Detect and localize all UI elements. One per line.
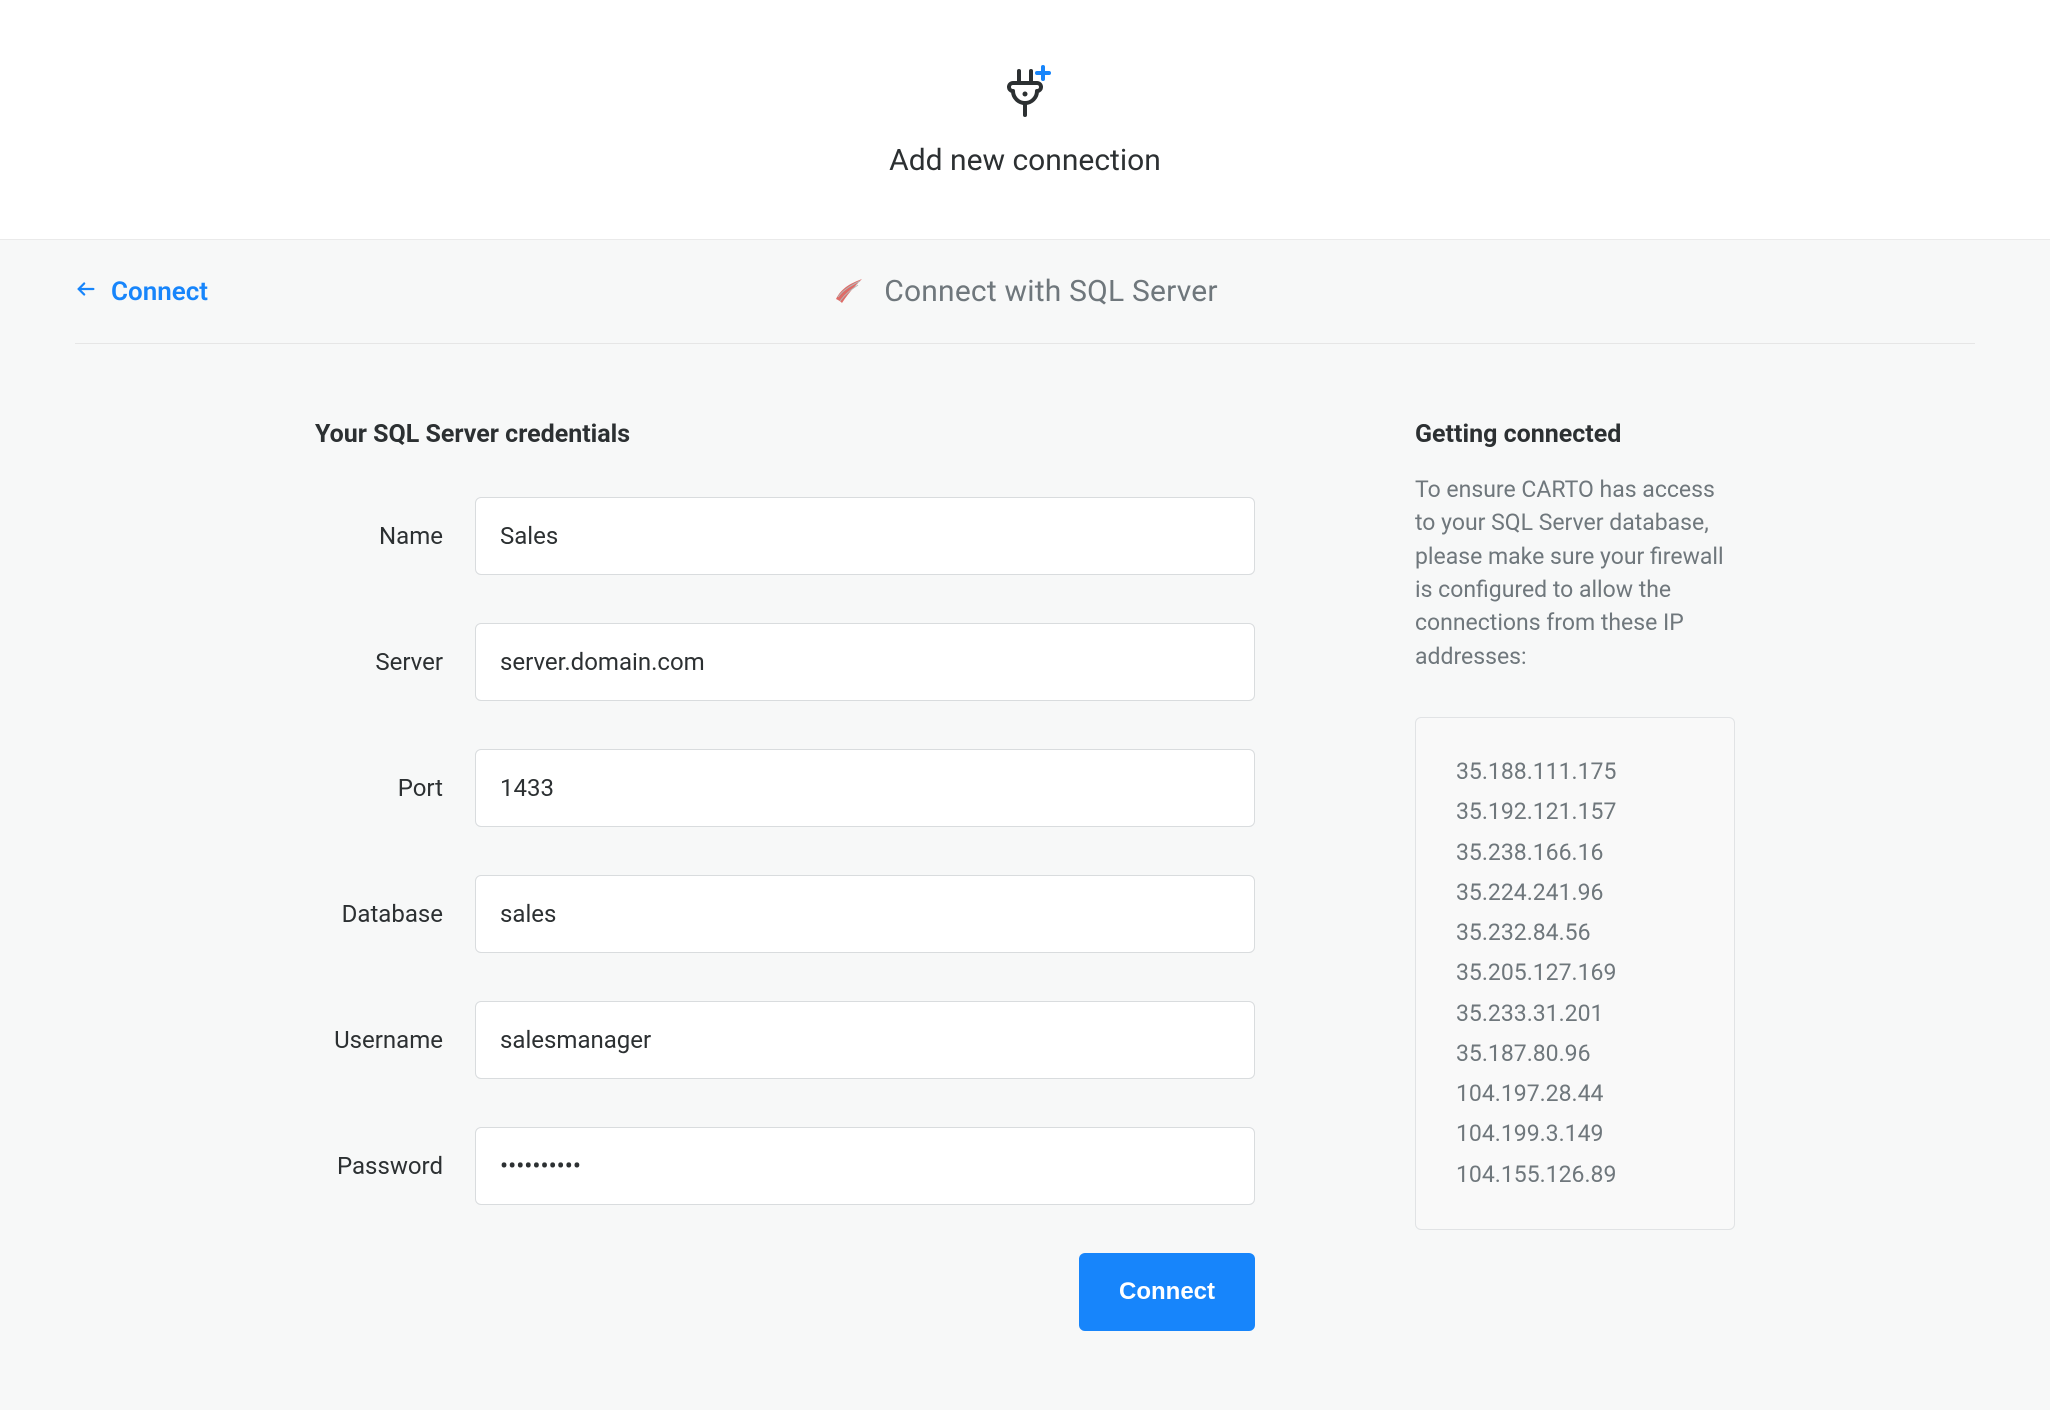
input-database[interactable] [475, 875, 1255, 953]
field-row-password: Password [315, 1127, 1255, 1205]
page: Add new connection Connect [0, 0, 2050, 1410]
ip-address: 35.187.80.96 [1456, 1034, 1694, 1074]
input-username[interactable] [475, 1001, 1255, 1079]
ip-address: 104.155.126.89 [1456, 1155, 1694, 1195]
ip-address: 35.233.31.201 [1456, 994, 1694, 1034]
ip-address: 35.224.241.96 [1456, 873, 1694, 913]
content: Your SQL Server credentials Name Server … [75, 344, 1975, 1331]
input-password[interactable] [475, 1127, 1255, 1205]
ip-address: 35.192.121.157 [1456, 792, 1694, 832]
connect-button[interactable]: Connect [1079, 1253, 1255, 1331]
sub-area: Connect Connect with SQL Server Your SQL… [0, 240, 2050, 1410]
field-row-name: Name [315, 497, 1255, 575]
header: Add new connection [0, 0, 2050, 240]
ip-address: 35.238.166.16 [1456, 833, 1694, 873]
help-title: Getting connected [1415, 420, 1735, 449]
field-row-database: Database [315, 875, 1255, 953]
plug-plus-icon [993, 61, 1057, 125]
input-server[interactable] [475, 623, 1255, 701]
label-password: Password [315, 1152, 475, 1180]
arrow-left-icon [75, 277, 97, 307]
label-server: Server [315, 648, 475, 676]
form-section-title: Your SQL Server credentials [315, 420, 1255, 449]
input-port[interactable] [475, 749, 1255, 827]
page-title: Add new connection [889, 143, 1161, 178]
label-port: Port [315, 774, 475, 802]
label-name: Name [315, 522, 475, 550]
ip-address: 104.199.3.149 [1456, 1114, 1694, 1154]
subbar-title-wrap: Connect with SQL Server [75, 273, 1975, 311]
form-panel: Your SQL Server credentials Name Server … [75, 420, 1255, 1331]
input-name[interactable] [475, 497, 1255, 575]
label-database: Database [315, 900, 475, 928]
button-row: Connect [315, 1253, 1255, 1331]
field-row-port: Port [315, 749, 1255, 827]
ip-address: 35.205.127.169 [1456, 953, 1694, 993]
ip-box: 35.188.111.17535.192.121.15735.238.166.1… [1415, 717, 1735, 1230]
subbar-title: Connect with SQL Server [884, 274, 1217, 309]
label-username: Username [315, 1026, 475, 1054]
ip-address: 35.232.84.56 [1456, 913, 1694, 953]
ip-address: 35.188.111.175 [1456, 752, 1694, 792]
sql-server-icon [832, 273, 866, 311]
field-row-username: Username [315, 1001, 1255, 1079]
back-link[interactable]: Connect [75, 277, 208, 307]
help-text: To ensure CARTO has access to your SQL S… [1415, 473, 1735, 673]
field-row-server: Server [315, 623, 1255, 701]
ip-address: 104.197.28.44 [1456, 1074, 1694, 1114]
back-link-label: Connect [111, 277, 208, 307]
subbar: Connect Connect with SQL Server [75, 240, 1975, 344]
help-panel: Getting connected To ensure CARTO has ac… [1415, 420, 1735, 1331]
